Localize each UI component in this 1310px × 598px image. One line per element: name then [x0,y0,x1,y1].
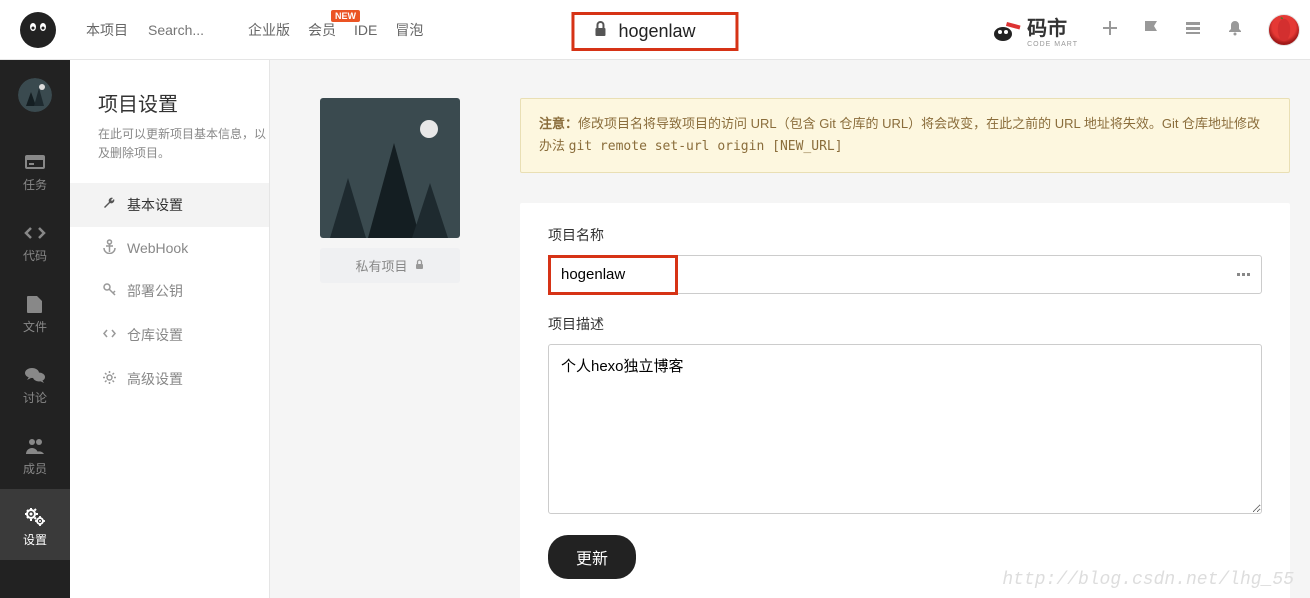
nav-maopao[interactable]: 冒泡 [395,20,423,40]
warning-box: 注意：修改项目名将导致项目的访问 URL（包含 Git 仓库的 URL）将会改变… [520,98,1290,173]
sidebar-label: 仓库设置 [127,325,183,345]
badge-text: 私有项目 [355,256,407,275]
moon-icon [420,120,438,138]
settings-menu: 基本设置 WebHook 部署公钥 仓库设置 高级设置 [98,183,269,401]
form-area: 注意：修改项目名将导致项目的访问 URL（包含 Git 仓库的 URL）将会改变… [520,98,1290,598]
search-input[interactable] [138,16,218,44]
rail-discuss-label: 讨论 [0,389,70,406]
new-badge: NEW [331,10,360,22]
nav-links: 企业版 会员 NEW IDE 冒泡 [248,20,423,40]
rail-tasks[interactable]: 任务 [0,134,70,205]
header-right: 码市CODE MART [993,12,1300,48]
gear-icon [102,370,117,388]
project-name-input[interactable] [548,255,1262,294]
nav-enterprise[interactable]: 企业版 [248,20,290,40]
lock-icon [592,21,608,42]
tree-icon [412,183,448,238]
avatar[interactable] [1268,14,1300,46]
tree-icon [330,178,366,238]
anchor-icon [102,239,117,257]
key-icon [102,282,117,300]
rail-tasks-label: 任务 [0,176,70,193]
sidebar-item-basic[interactable]: 基本设置 [70,183,269,227]
sidebar-item-advanced[interactable]: 高级设置 [98,357,269,401]
rail-members[interactable]: 成员 [0,418,70,489]
project-label[interactable]: 本项目 [76,14,138,46]
rail-project-avatar[interactable] [0,60,70,134]
sidebar-label: 部署公钥 [127,281,183,301]
mart-text: 码市 [1027,18,1067,40]
lock-icon [414,258,425,273]
nav-member[interactable]: 会员 NEW [308,20,336,40]
rail-members-label: 成员 [0,460,70,477]
settings-sidebar: 项目设置 在此可以更新项目基本信息，以及删除项目。 基本设置 WebHook 部… [70,60,270,598]
settings-desc: 在此可以更新项目基本信息，以及删除项目。 [98,125,269,163]
rail-code[interactable]: 代码 [0,205,70,276]
flag-icon[interactable] [1142,19,1160,40]
sidebar-item-webhook[interactable]: WebHook [98,227,269,269]
rail-files-label: 文件 [0,318,70,335]
desc-label: 项目描述 [548,314,1262,334]
mart-sub: CODE MART [1027,41,1078,48]
name-input-wrap [548,255,1262,294]
nav-ide[interactable]: IDE [354,22,377,38]
nav-member-label: 会员 [308,22,336,38]
project-card: 私有项目 [320,98,460,283]
main: 项目设置 在此可以更新项目基本信息，以及删除项目。 基本设置 WebHook 部… [70,60,1310,598]
project-desc-input[interactable] [548,344,1262,514]
sidebar-item-repo[interactable]: 仓库设置 [98,313,269,357]
project-image[interactable] [320,98,460,238]
plus-icon[interactable] [1102,20,1118,39]
settings-title: 项目设置 [98,88,269,117]
bell-icon[interactable] [1226,19,1244,40]
form-section: 项目名称 项目描述 更新 [520,203,1290,598]
rail-settings-label: 设置 [0,531,70,548]
sidebar-item-deploy-key[interactable]: 部署公钥 [98,269,269,313]
content: 私有项目 注意：修改项目名将导致项目的访问 URL（包含 Git 仓库的 URL… [270,60,1310,598]
rail-settings[interactable]: 设置 [0,489,70,560]
warning-code: git remote set-url origin [NEW_URL] [569,139,843,154]
sidebar-label: 高级设置 [127,369,183,389]
project-title-highlight: hogenlaw [571,12,738,51]
sidebar-label: WebHook [127,240,188,256]
coding-logo-icon[interactable] [18,10,58,50]
rail-files[interactable]: 文件 [0,276,70,347]
code-icon [102,326,117,344]
sidebar-label: 基本设置 [127,195,183,215]
left-rail: 任务 代码 文件 讨论 成员 设置 [0,60,70,598]
update-button[interactable]: 更新 [548,535,636,579]
name-label: 项目名称 [548,225,1262,245]
project-selector: 本项目 [76,14,218,46]
rail-discuss[interactable]: 讨论 [0,347,70,418]
top-header: 本项目 企业版 会员 NEW IDE 冒泡 hogenlaw 码市CODE MA… [0,0,1310,60]
rail-code-label: 代码 [0,247,70,264]
project-title-text: hogenlaw [618,21,695,42]
wrench-icon [102,196,117,214]
emoji-icon[interactable] [1236,265,1252,282]
warning-prefix: 注意： [539,116,578,131]
project-privacy-badge: 私有项目 [320,248,460,283]
codemart-logo[interactable]: 码市CODE MART [993,12,1078,48]
list-icon[interactable] [1184,19,1202,40]
